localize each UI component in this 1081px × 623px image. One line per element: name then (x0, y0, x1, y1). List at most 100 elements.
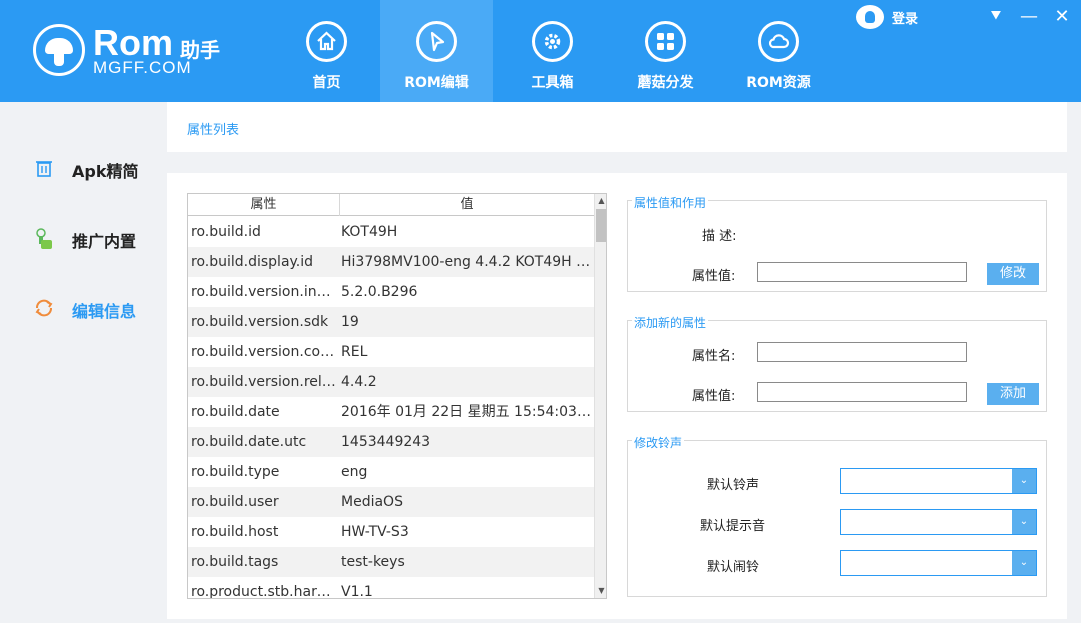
add-button[interactable]: 添加 (987, 383, 1039, 405)
tab-property-list[interactable]: 属性列表 (187, 119, 239, 138)
table-row[interactable]: ro.build.date 2016年 01月 22日 星期五 15:54:03 … (188, 397, 594, 427)
trash-icon (34, 158, 54, 178)
property-value-cell: 5.2.0.B296 (341, 284, 418, 300)
table-row[interactable]: ro.build.tags test-keys (188, 547, 594, 577)
home-icon (306, 21, 347, 62)
nav-rom-resources[interactable]: ROM资源 (722, 0, 835, 102)
qq-icon (856, 5, 884, 29)
property-key-cell: ro.build.user (191, 494, 279, 510)
property-value-cell: 1453449243 (341, 434, 431, 450)
scroll-thumb[interactable] (596, 209, 606, 242)
property-value-cell: 4.4.2 (341, 374, 377, 390)
sidebar-item-promo-builtin[interactable]: 推广内置 (0, 218, 167, 258)
property-value-label: 属性值: (692, 269, 736, 284)
scroll-up-icon[interactable]: ▲ (595, 194, 606, 208)
nav-label: 首页 (312, 75, 341, 91)
property-key-cell: ro.build.version.cod... (191, 344, 337, 360)
property-table: 属性 值 ro.build.id KOT49H ro.build.display.i… (187, 193, 607, 599)
group-title: 修改铃声 (632, 434, 685, 451)
chevron-down-icon[interactable]: ⌄ (1012, 551, 1036, 575)
default-notification-label: 默认提示音 (700, 519, 766, 534)
gear-icon (532, 21, 573, 62)
mushroom-logo-icon (33, 24, 85, 76)
column-header-key[interactable]: 属性 (188, 194, 340, 216)
property-value-cell: eng (341, 464, 368, 480)
sidebar-item-label: 推广内置 (72, 232, 137, 251)
login-label: 登录 (892, 12, 919, 27)
property-value-cell: 2016年 01月 22日 星期五 15:54:03 CST (341, 404, 591, 420)
default-alarm-select[interactable]: ⌄ (840, 550, 1037, 576)
table-row[interactable]: ro.build.version.cod... REL (188, 337, 594, 367)
tab-bar: 属性列表 (167, 102, 1067, 152)
close-button[interactable]: ✕ (1050, 5, 1074, 29)
grid-icon (645, 21, 686, 62)
table-header: 属性 值 (188, 194, 594, 216)
sidebar-item-apk-slim[interactable]: Apk精简 (0, 148, 167, 188)
property-key-cell: ro.product.stb.hard... (191, 584, 337, 599)
sidebar-item-label: Apk精简 (72, 162, 139, 181)
group-title: 添加新的属性 (632, 314, 709, 331)
property-key-cell: ro.build.tags (191, 554, 279, 570)
new-property-value-label: 属性值: (692, 389, 736, 404)
nav-toolbox[interactable]: 工具箱 (496, 0, 609, 102)
chevron-down-icon[interactable]: ⌄ (1012, 510, 1036, 534)
table-row[interactable]: ro.build.version.rele... 4.4.2 (188, 367, 594, 397)
app-header: Rom 助手 MGFF.COM 首页 ROM编辑 工具箱 蘑菇分发 ROM资源 … (0, 0, 1081, 102)
property-value-cell: Hi3798MV100-eng 4.4.2 KOT49H en... (341, 254, 591, 270)
property-value-cell: MediaOS (341, 494, 403, 510)
property-key-cell: ro.build.id (191, 224, 261, 240)
table-row[interactable]: ro.build.date.utc 1453449243 (188, 427, 594, 457)
menu-dropdown-icon[interactable]: ⯆ (984, 5, 1008, 29)
app-logo: Rom 助手 MGFF.COM (33, 22, 233, 80)
chevron-down-icon[interactable]: ⌄ (1012, 469, 1036, 493)
table-scrollbar[interactable]: ▲ ▼ (594, 194, 606, 598)
sidebar-item-edit-info[interactable]: 编辑信息 (0, 288, 167, 328)
property-key-cell: ro.build.display.id (191, 254, 314, 270)
property-value-cell: REL (341, 344, 368, 360)
modify-button[interactable]: 修改 (987, 263, 1039, 285)
default-ringtone-select[interactable]: ⌄ (840, 468, 1037, 494)
scroll-down-icon[interactable]: ▼ (595, 584, 606, 598)
property-value-cell: test-keys (341, 554, 405, 570)
property-key-cell: ro.build.version.rele... (191, 374, 337, 390)
property-value-cell: 19 (341, 314, 359, 330)
default-notification-select[interactable]: ⌄ (840, 509, 1037, 535)
nav-label: ROM资源 (746, 75, 811, 91)
logo-site: MGFF.COM (93, 58, 192, 77)
description-label: 描 述: (702, 229, 737, 244)
property-key-cell: ro.build.host (191, 524, 279, 540)
table-row[interactable]: ro.build.type eng (188, 457, 594, 487)
column-header-value[interactable]: 值 (340, 194, 594, 216)
cloud-icon (758, 21, 799, 62)
table-row[interactable]: ro.build.version.incr... 5.2.0.B296 (188, 277, 594, 307)
nav-label: 工具箱 (531, 75, 574, 91)
nav-home[interactable]: 首页 (270, 0, 383, 102)
table-row[interactable]: ro.build.display.id Hi3798MV100-eng 4.4.2… (188, 247, 594, 277)
sidebar: Apk精简 推广内置 编辑信息 (0, 102, 167, 623)
group-title: 属性值和作用 (632, 194, 709, 211)
property-value-cell: KOT49H (341, 224, 398, 240)
table-row[interactable]: ro.build.id KOT49H (188, 217, 594, 247)
property-key-cell: ro.build.version.incr... (191, 284, 337, 300)
property-key-cell: ro.build.date.utc (191, 434, 307, 450)
property-name-input[interactable] (757, 342, 967, 362)
table-row[interactable]: ro.build.user MediaOS (188, 487, 594, 517)
property-value-input[interactable] (757, 262, 967, 282)
nav-label: ROM编辑 (404, 75, 469, 91)
sidebar-item-label: 编辑信息 (72, 302, 137, 321)
new-property-value-input[interactable] (757, 382, 967, 402)
minimize-button[interactable]: — (1017, 5, 1041, 29)
table-body: ro.build.id KOT49H ro.build.display.id Hi37… (188, 217, 594, 599)
property-name-label: 属性名: (692, 349, 736, 364)
table-row[interactable]: ro.product.stb.hard... V1.1 (188, 577, 594, 599)
hand-icon (34, 228, 54, 249)
property-key-cell: ro.build.date (191, 404, 280, 420)
nav-rom-edit[interactable]: ROM编辑 (380, 0, 493, 102)
property-value-cell: HW-TV-S3 (341, 524, 409, 540)
table-row[interactable]: ro.build.host HW-TV-S3 (188, 517, 594, 547)
nav-mogu-distribute[interactable]: 蘑菇分发 (609, 0, 722, 102)
table-row[interactable]: ro.build.version.sdk 19 (188, 307, 594, 337)
default-ringtone-label: 默认铃声 (707, 478, 760, 493)
default-alarm-label: 默认闹铃 (707, 560, 760, 575)
refresh-icon (34, 298, 54, 318)
